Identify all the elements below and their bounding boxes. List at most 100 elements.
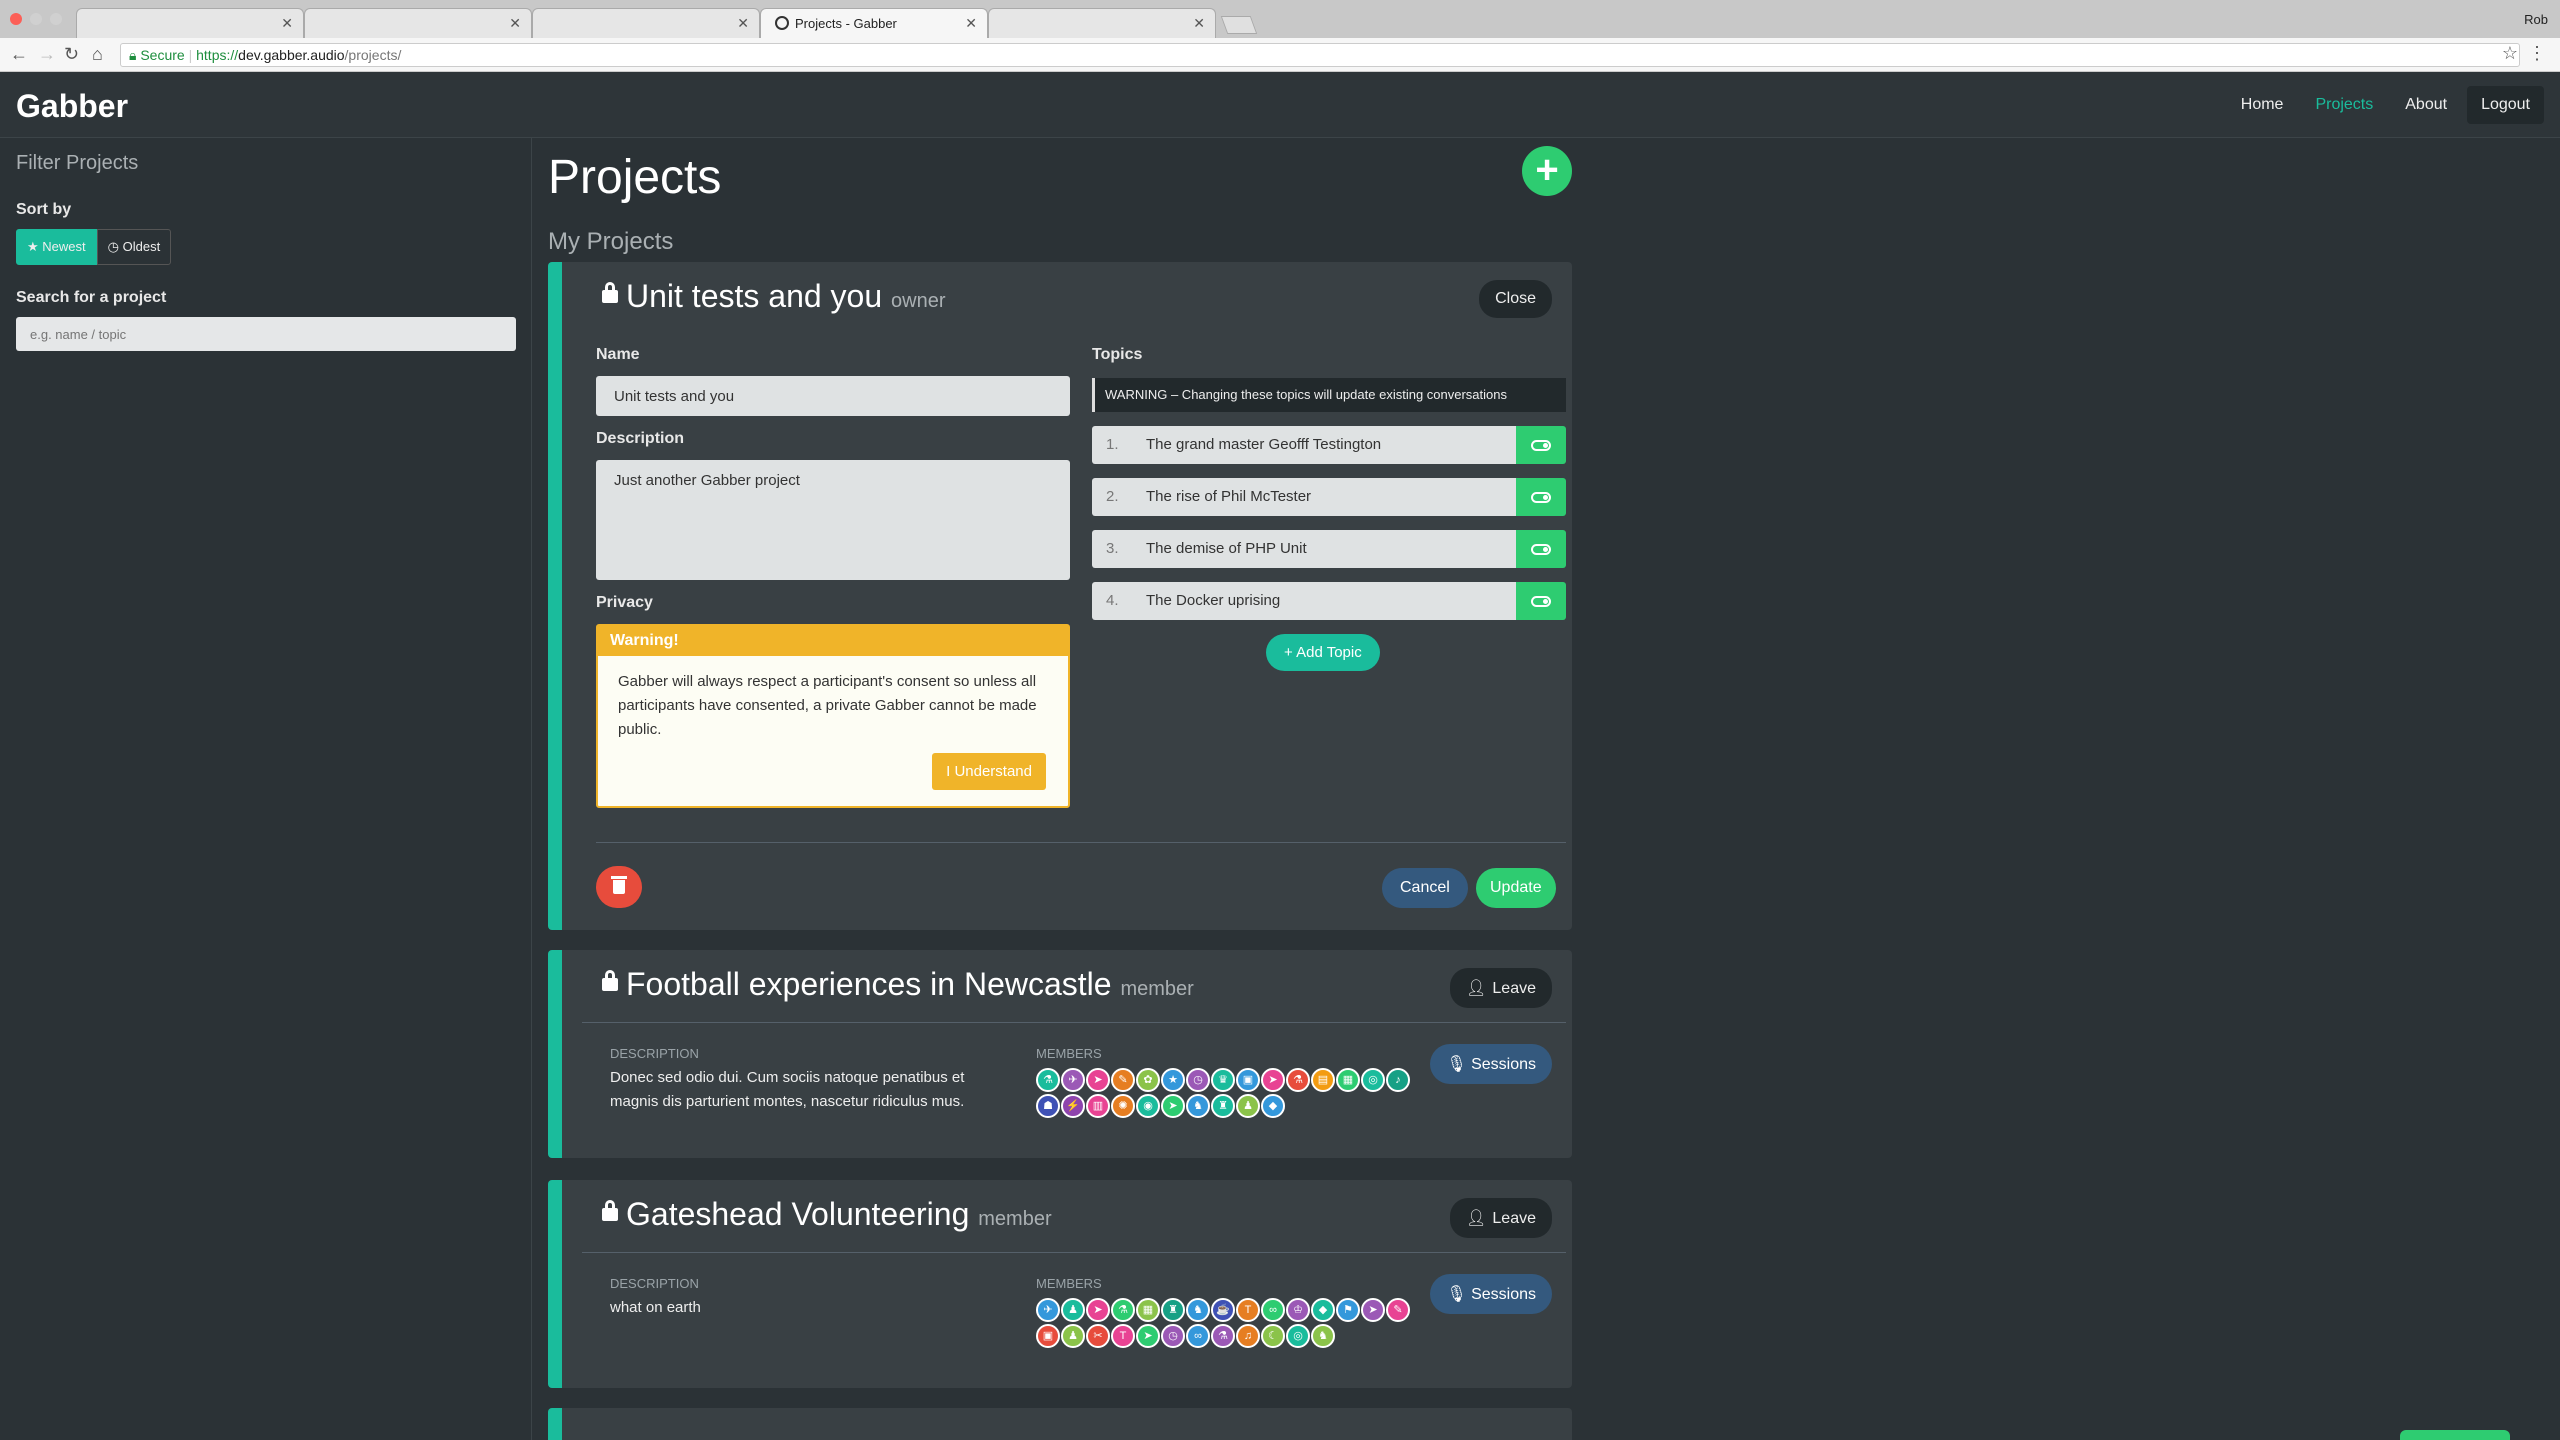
avatar: ▣ — [1036, 1324, 1060, 1348]
project-title: Unit tests and you owner — [626, 278, 946, 314]
understand-button[interactable]: I Understand — [932, 753, 1046, 790]
divider — [596, 842, 1566, 843]
avatar: ◆ — [1311, 1298, 1335, 1322]
browser-tab[interactable]: ✕ — [532, 8, 760, 38]
project-search-input[interactable] — [16, 317, 516, 351]
sort-newest-button[interactable]: ★ Newest — [16, 229, 97, 265]
project-card-editing: Unit tests and you owner Close Name Unit… — [548, 262, 1572, 930]
topic-row: 2. The rise of Phil McTester — [1092, 478, 1566, 516]
nav-about[interactable]: About — [2393, 86, 2459, 124]
close-tab-icon[interactable]: ✕ — [965, 15, 977, 32]
project-description: what on earth — [610, 1299, 701, 1316]
name-label: Name — [596, 346, 640, 363]
bookmark-star-icon[interactable]: ☆ — [2502, 43, 2518, 64]
project-title[interactable]: Football experiences in Newcastle member — [626, 966, 1194, 1003]
brand-logo[interactable]: Gabber — [16, 88, 128, 125]
topic-input[interactable]: The Docker uprising — [1132, 582, 1516, 620]
sessions-button[interactable]: 🎙︎ Sessions — [1430, 1274, 1552, 1314]
back-arrow-icon[interactable]: ← — [10, 44, 28, 65]
browser-tab[interactable]: ✕ — [988, 8, 1216, 38]
topic-toggle-button[interactable] — [1516, 530, 1566, 568]
project-name-input[interactable]: Unit tests and you — [596, 376, 1070, 416]
close-tab-icon[interactable]: ✕ — [1193, 15, 1205, 32]
avatar: ♫ — [1236, 1324, 1260, 1348]
address-bar[interactable]: 🔒︎ Secure | https://dev.gabber.audio/pro… — [120, 43, 2520, 67]
leave-button[interactable]: 👤︎ Leave — [1450, 968, 1552, 1008]
card-header: Gateshead Volunteering member 👤︎ Leave — [562, 1180, 1572, 1246]
new-tab-button[interactable] — [1220, 16, 1258, 34]
cancel-button[interactable]: Cancel — [1382, 868, 1468, 908]
project-card: Gateshead Volunteering member 👤︎ Leave DE… — [548, 1180, 1572, 1388]
topic-number: 1. — [1092, 426, 1132, 464]
browser-menu-icon[interactable]: ⋮ — [2528, 43, 2546, 64]
avatar: ➤ — [1086, 1068, 1110, 1092]
add-topic-button[interactable]: + Add Topic — [1266, 634, 1380, 671]
url-host: dev.gabber.audio — [238, 47, 345, 63]
avatar: T — [1111, 1324, 1135, 1348]
avatar: ♔ — [1286, 1298, 1310, 1322]
browser-tab[interactable]: ✕ — [76, 8, 304, 38]
nav-links: Home Projects About Logout — [2229, 86, 2544, 124]
section-title: My Projects — [548, 228, 674, 255]
topic-toggle-button[interactable] — [1516, 426, 1566, 464]
topic-toggle-button[interactable] — [1516, 478, 1566, 516]
sessions-button[interactable]: 🎙︎ Sessions — [1430, 1044, 1552, 1084]
leave-button[interactable]: 👤︎ Leave — [1450, 1198, 1552, 1238]
close-tab-icon[interactable]: ✕ — [737, 15, 749, 32]
description-label: Description — [596, 430, 685, 447]
close-tab-icon[interactable]: ✕ — [509, 15, 521, 32]
avatar: ✺ — [1111, 1094, 1135, 1118]
toggle-on-icon — [1531, 544, 1551, 555]
avatar: ◷ — [1186, 1068, 1210, 1092]
avatar: ★ — [1161, 1068, 1185, 1092]
sort-toggle: ★ Newest ◷ Oldest — [16, 229, 515, 265]
add-project-button[interactable]: + — [1522, 146, 1572, 196]
avatar: ▤ — [1311, 1068, 1335, 1092]
member-avatars: ✈ ♟ ➤ ⚗ ▦ ♜ ♞ ☕ T ∞ ♔ ◆ ⚑ ➤ ✎ ▣ ♟ ✂ T ➤ … — [1036, 1298, 1426, 1348]
avatar: ✂ — [1086, 1324, 1110, 1348]
browser-toolbar: ← → ↻ ⌂ 🔒︎ Secure | https://dev.gabber.a… — [0, 38, 2560, 72]
reload-icon[interactable]: ↻ — [64, 44, 79, 65]
browser-tab-active[interactable]: Projects - Gabber ✕ — [760, 8, 988, 38]
avatar: ⚗ — [1111, 1298, 1135, 1322]
filter-title: Filter Projects — [16, 152, 139, 174]
delete-project-button[interactable] — [596, 866, 642, 908]
close-button[interactable]: Close — [1479, 280, 1552, 318]
nav-home[interactable]: Home — [2229, 86, 2296, 124]
topic-toggle-button[interactable] — [1516, 582, 1566, 620]
browser-tab[interactable]: ✕ — [304, 8, 532, 38]
url-scheme: https:// — [196, 47, 239, 63]
update-button[interactable]: Update — [1476, 868, 1556, 908]
forward-arrow-icon[interactable]: → — [38, 44, 56, 65]
logout-button[interactable]: Logout — [2467, 86, 2544, 124]
floating-button-partial[interactable] — [2400, 1430, 2510, 1440]
microphone-icon: 🎙︎ — [1446, 1286, 1467, 1303]
topic-input[interactable]: The grand master Geofff Testington — [1132, 426, 1516, 464]
topic-input[interactable]: The demise of PHP Unit — [1132, 530, 1516, 568]
avatar: ♜ — [1211, 1094, 1235, 1118]
avatar: ♞ — [1186, 1094, 1210, 1118]
filter-sidebar: Filter Projects Sort by ★ Newest ◷ Oldes… — [0, 138, 532, 1440]
microphone-icon: 🎙︎ — [1446, 1056, 1467, 1073]
nav-projects[interactable]: Projects — [2303, 86, 2385, 124]
lock-icon — [602, 282, 618, 303]
browser-profile-name[interactable]: Rob — [2524, 12, 2548, 27]
avatar: ▦ — [1336, 1068, 1360, 1092]
home-icon[interactable]: ⌂ — [92, 44, 103, 65]
minimize-window-icon[interactable] — [30, 13, 42, 25]
topic-input[interactable]: The rise of Phil McTester — [1132, 478, 1516, 516]
avatar: ➤ — [1161, 1094, 1185, 1118]
topic-number: 3. — [1092, 530, 1132, 568]
avatar: ♪ — [1386, 1068, 1410, 1092]
avatar: ⚗ — [1036, 1068, 1060, 1092]
project-title[interactable]: Gateshead Volunteering member — [626, 1196, 1052, 1233]
close-window-icon[interactable] — [10, 13, 22, 25]
avatar: ◉ — [1136, 1094, 1160, 1118]
avatar: ☾ — [1261, 1324, 1285, 1348]
topics-warning: WARNING – Changing these topics will upd… — [1092, 378, 1566, 412]
maximize-window-icon[interactable] — [50, 13, 62, 25]
project-description-textarea[interactable]: Just another Gabber project — [596, 460, 1070, 580]
close-tab-icon[interactable]: ✕ — [281, 15, 293, 32]
project-card: Football experiences in Newcastle member… — [548, 950, 1572, 1158]
sort-oldest-button[interactable]: ◷ Oldest — [96, 229, 172, 265]
